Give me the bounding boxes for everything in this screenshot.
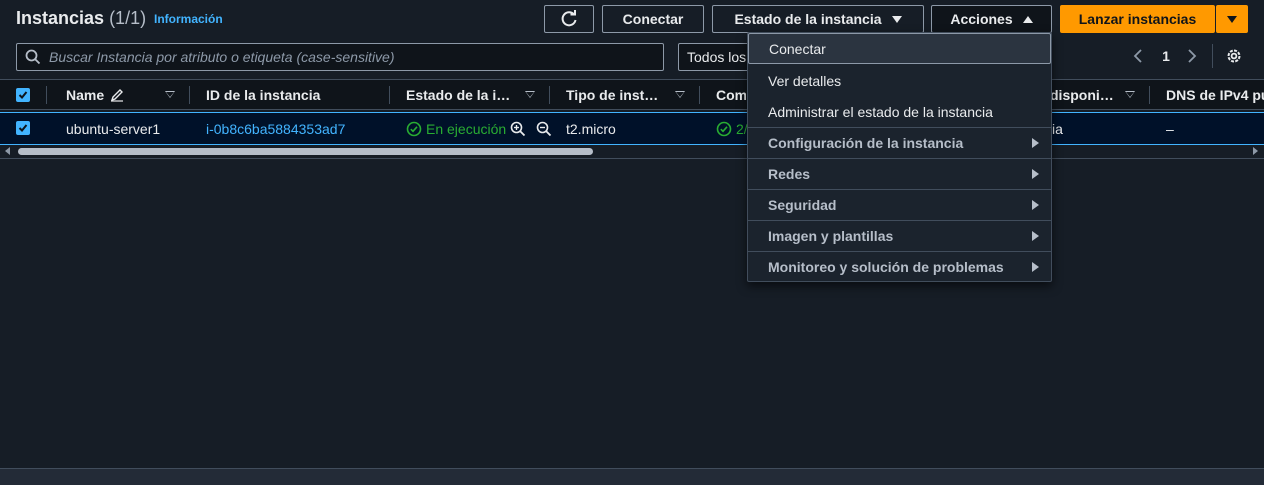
sort-icon[interactable] xyxy=(1125,91,1135,98)
submenu-arrow-icon xyxy=(1032,200,1039,210)
menu-group-label: Redes xyxy=(768,166,811,182)
menu-item-view-details[interactable]: Ver detalles xyxy=(748,65,1051,96)
table-divider xyxy=(0,158,1264,159)
scroll-left-icon[interactable] xyxy=(5,147,10,155)
next-page-button[interactable] xyxy=(1184,42,1200,70)
column-divider xyxy=(189,86,190,104)
column-header-state[interactable]: Estado de la i… xyxy=(406,80,518,110)
column-label: Name xyxy=(66,87,105,103)
checkmark-icon xyxy=(18,91,28,99)
gear-icon xyxy=(1227,49,1241,63)
submenu-arrow-icon xyxy=(1032,169,1039,179)
column-divider xyxy=(389,86,390,104)
cell-dns: – xyxy=(1166,120,1174,137)
page-title-text: Instancias xyxy=(16,8,105,28)
page-title: Instancias (1/1) xyxy=(16,8,146,29)
page-number[interactable]: 1 xyxy=(1156,42,1176,70)
prev-page-button[interactable] xyxy=(1130,42,1146,70)
menu-group-monitoring[interactable]: Monitoreo y solución de problemas xyxy=(748,251,1051,282)
bottom-panel-bar[interactable] xyxy=(0,468,1264,485)
instance-count: (1/1) xyxy=(109,8,147,28)
instance-id-link[interactable]: i-0b8c6ba5884353ad7 xyxy=(206,113,345,144)
pager-divider xyxy=(1212,44,1213,68)
cell-state: En ejecución xyxy=(406,113,552,144)
chevron-right-icon xyxy=(1188,49,1197,63)
column-header-availability[interactable]: disponi… xyxy=(1050,80,1120,110)
menu-group-label: Imagen y plantillas xyxy=(768,228,894,244)
page-header: Instancias (1/1) Información Conectar Es… xyxy=(0,0,1264,80)
caret-down-icon xyxy=(891,15,902,23)
cell-availability: ia xyxy=(1052,120,1063,137)
instance-state-button[interactable]: Estado de la instancia xyxy=(712,5,924,33)
sort-icon[interactable] xyxy=(675,91,685,98)
info-link[interactable]: Información xyxy=(154,12,223,26)
filter-select[interactable]: Todos los xyxy=(678,43,758,71)
actions-button[interactable]: Acciones xyxy=(931,5,1052,33)
success-icon xyxy=(716,121,732,136)
launch-instances-button[interactable]: Lanzar instancias xyxy=(1060,5,1215,33)
menu-group-image-templates[interactable]: Imagen y plantillas xyxy=(748,220,1051,251)
submenu-arrow-icon xyxy=(1032,262,1039,272)
column-header-type[interactable]: Tipo de inst… xyxy=(566,80,666,110)
row-checkbox[interactable] xyxy=(16,121,30,135)
column-header-instance-id[interactable]: ID de la instancia xyxy=(206,80,386,110)
submenu-arrow-icon xyxy=(1032,231,1039,241)
search-box[interactable] xyxy=(16,43,664,71)
search-icon xyxy=(25,49,41,65)
caret-up-icon xyxy=(1022,15,1033,23)
state-label: En ejecución xyxy=(426,120,507,137)
menu-item-manage-state[interactable]: Administrar el estado de la instancia xyxy=(748,96,1051,127)
actions-dropdown-menu: Conectar Ver detalles Administrar el est… xyxy=(747,32,1052,282)
column-header-dns[interactable]: DNS de IPv4 pú xyxy=(1166,80,1264,110)
actions-label: Acciones xyxy=(950,11,1013,27)
menu-group-label: Monitoreo y solución de problemas xyxy=(768,259,1004,275)
settings-button[interactable] xyxy=(1222,44,1246,68)
refresh-icon xyxy=(561,10,577,27)
caret-down-icon xyxy=(1227,15,1237,23)
cell-name: ubuntu-server1 xyxy=(66,120,161,137)
checks-label: 2/ xyxy=(736,120,748,137)
sort-icon[interactable] xyxy=(525,91,535,98)
column-header-checks[interactable]: Com xyxy=(716,80,746,110)
column-divider xyxy=(1149,86,1150,104)
zoom-in-icon[interactable] xyxy=(510,121,526,137)
instance-state-label: Estado de la instancia xyxy=(734,11,882,27)
column-header-name[interactable]: Name xyxy=(66,80,166,110)
column-divider xyxy=(549,86,550,104)
select-all-checkbox[interactable] xyxy=(16,88,30,102)
column-divider xyxy=(699,86,700,104)
zoom-out-icon[interactable] xyxy=(536,121,552,137)
menu-group-instance-settings[interactable]: Configuración de la instancia xyxy=(748,127,1051,158)
menu-group-label: Configuración de la instancia xyxy=(768,135,964,151)
submenu-arrow-icon xyxy=(1032,138,1039,148)
chevron-left-icon xyxy=(1133,49,1142,63)
table-row[interactable]: ubuntu-server1 i-0b8c6ba5884353ad7 En ej… xyxy=(0,112,1264,145)
cell-checks: 2/ xyxy=(716,113,748,144)
menu-item-connect[interactable]: Conectar xyxy=(748,33,1051,64)
scroll-right-icon[interactable] xyxy=(1253,147,1258,155)
table-header: Name ID de la instancia Estado de la i… … xyxy=(0,79,1264,110)
search-input[interactable] xyxy=(49,49,649,65)
menu-group-networking[interactable]: Redes xyxy=(748,158,1051,189)
success-icon xyxy=(406,121,422,136)
sort-icon[interactable] xyxy=(165,91,175,98)
instances-table: Name ID de la instancia Estado de la i… … xyxy=(0,79,1264,159)
horizontal-scrollbar[interactable] xyxy=(0,145,1264,157)
checkmark-icon xyxy=(18,124,28,132)
cell-type: t2.micro xyxy=(566,120,616,137)
refresh-button[interactable] xyxy=(544,5,594,33)
menu-group-label: Seguridad xyxy=(768,197,837,213)
edit-icon xyxy=(111,89,124,102)
connect-button[interactable]: Conectar xyxy=(602,5,704,33)
column-divider xyxy=(46,86,47,104)
scrollbar-thumb[interactable] xyxy=(18,148,593,155)
menu-group-security[interactable]: Seguridad xyxy=(748,189,1051,220)
launch-dropdown-button[interactable] xyxy=(1216,5,1248,33)
